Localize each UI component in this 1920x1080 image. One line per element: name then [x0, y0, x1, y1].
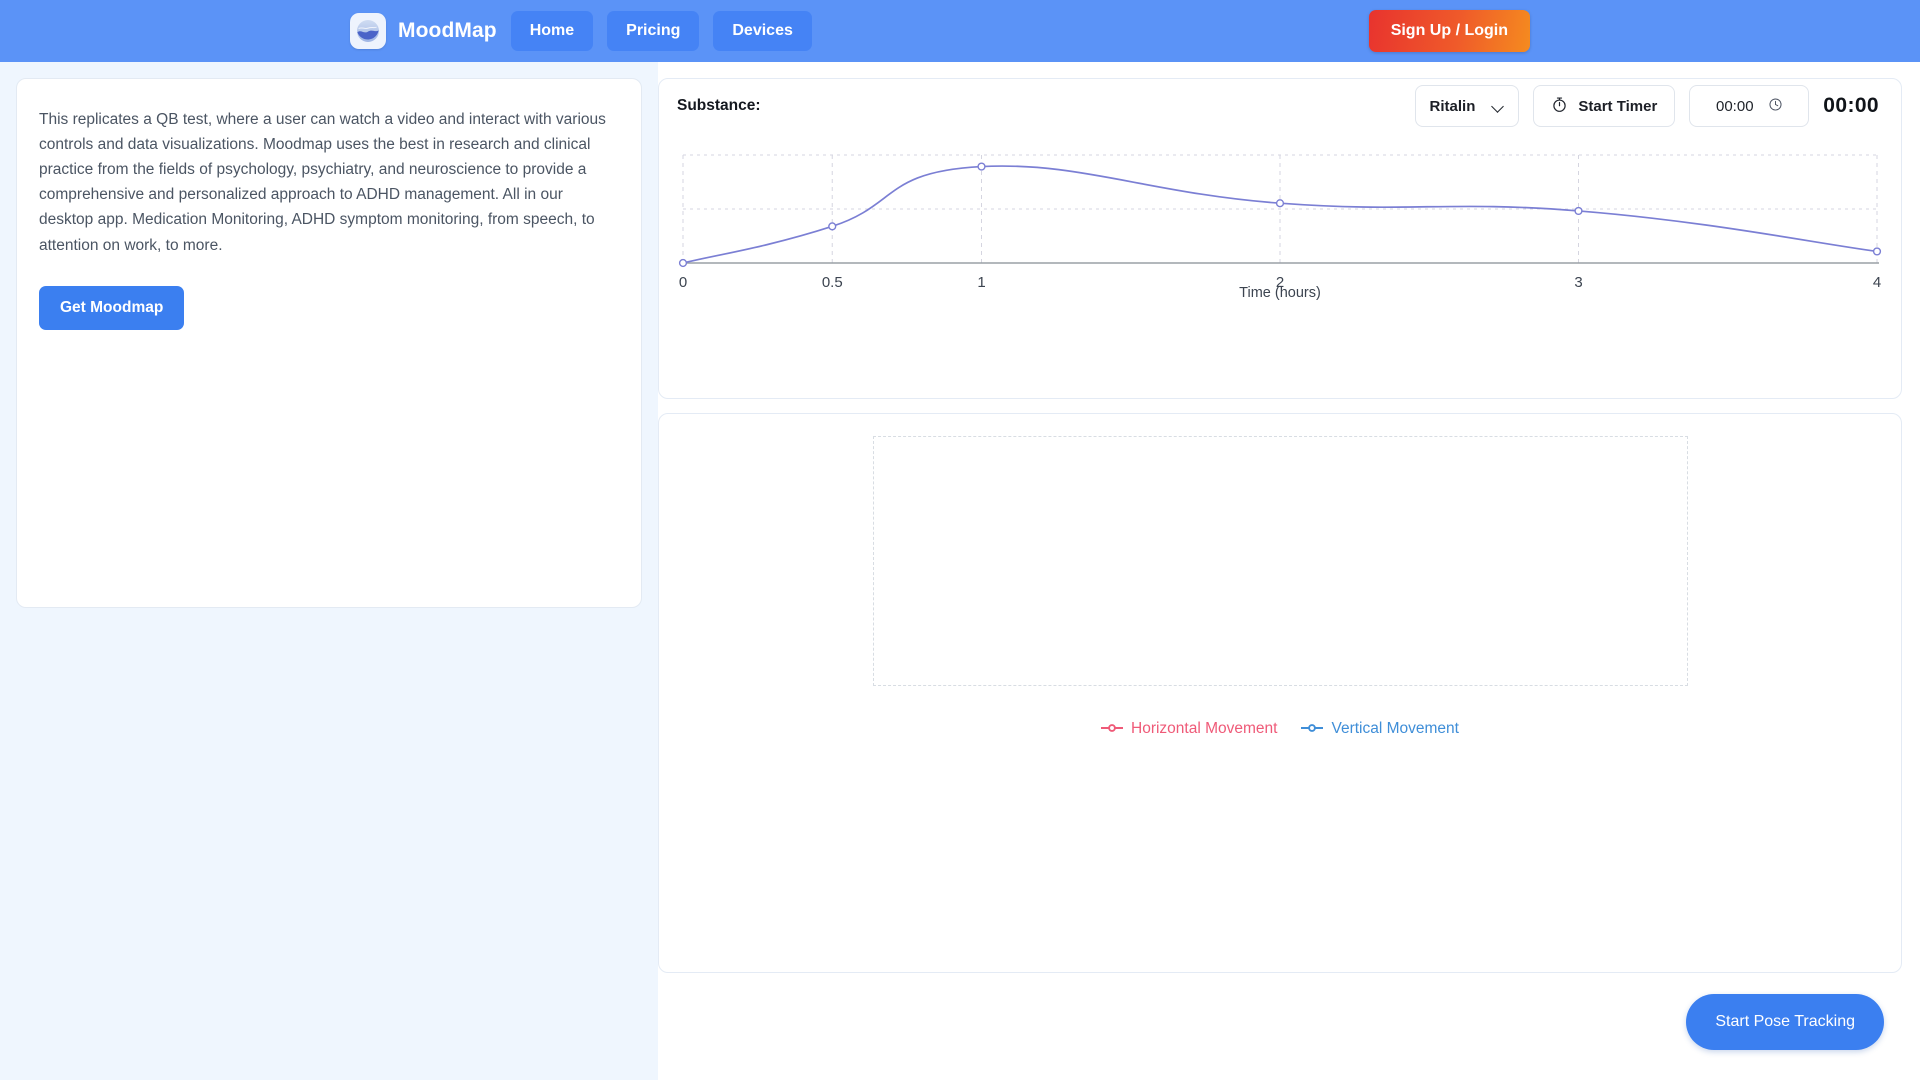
- stopwatch-icon: [1551, 96, 1568, 117]
- pose-video-placeholder: [872, 436, 1688, 686]
- right-column: Substance: Ritalin Start Timer 00:00 00:…: [658, 62, 1920, 1080]
- chart-canvas-area: 0 0.5 1 2 3 4 Time (hours): [659, 133, 1901, 398]
- navbar-center-group: MoodMap Home Pricing Devices: [350, 11, 812, 51]
- pose-tracking-panel: Horizontal Movement Vertical Movement: [658, 413, 1902, 973]
- time-input-value: 00:00: [1716, 97, 1754, 115]
- info-description: This replicates a QB test, where a user …: [39, 111, 606, 254]
- left-column: This replicates a QB test, where a user …: [0, 62, 658, 1080]
- substance-label: Substance:: [677, 97, 761, 114]
- elapsed-time-display: 00:00: [1823, 94, 1879, 117]
- clock-icon[interactable]: [1768, 97, 1783, 116]
- chevron-down-icon: [1493, 101, 1504, 112]
- start-timer-label: Start Timer: [1578, 97, 1658, 115]
- legend-marker-icon: [1301, 720, 1324, 738]
- info-card: This replicates a QB test, where a user …: [16, 78, 642, 608]
- nav-item-home[interactable]: Home: [510, 11, 594, 51]
- brand[interactable]: MoodMap: [350, 13, 497, 49]
- substance-select-value: Ritalin: [1429, 97, 1476, 115]
- legend-label-horizontal: Horizontal Movement: [1131, 720, 1278, 737]
- legend-marker-icon: [1101, 720, 1124, 738]
- top-navbar: MoodMap Home Pricing Devices Sign Up / L…: [0, 0, 1920, 62]
- legend-label-vertical: Vertical Movement: [1331, 720, 1459, 737]
- pose-legend: Horizontal Movement Vertical Movement: [659, 720, 1901, 738]
- start-pose-tracking-button[interactable]: Start Pose Tracking: [1686, 994, 1884, 1050]
- chart-header-controls: Ritalin Start Timer 00:00 00:00: [1414, 85, 1879, 127]
- chart-panel-header: Substance: Ritalin Start Timer 00:00 00:…: [659, 79, 1901, 133]
- get-moodmap-button[interactable]: Get Moodmap: [39, 285, 185, 330]
- legend-item-horizontal-movement[interactable]: Horizontal Movement: [1101, 720, 1277, 738]
- chart-xaxis-label: Time (hours): [1239, 285, 1321, 301]
- chart-panel: Substance: Ritalin Start Timer 00:00 00:…: [658, 78, 1902, 399]
- substance-select[interactable]: Ritalin: [1414, 85, 1520, 127]
- nav-item-devices[interactable]: Devices: [713, 11, 812, 51]
- moodmap-wave-circle-icon: [350, 13, 386, 49]
- brand-name: MoodMap: [398, 19, 497, 42]
- time-input[interactable]: 00:00: [1689, 85, 1810, 127]
- page-body: This replicates a QB test, where a user …: [0, 62, 1920, 1080]
- legend-item-vertical-movement[interactable]: Vertical Movement: [1301, 720, 1459, 738]
- concentration-line-chart: 0 0.5 1 2 3 4: [679, 154, 1881, 291]
- start-timer-button[interactable]: Start Timer: [1533, 85, 1676, 127]
- nav-item-pricing[interactable]: Pricing: [607, 11, 700, 51]
- signup-login-button[interactable]: Sign Up / Login: [1368, 10, 1530, 52]
